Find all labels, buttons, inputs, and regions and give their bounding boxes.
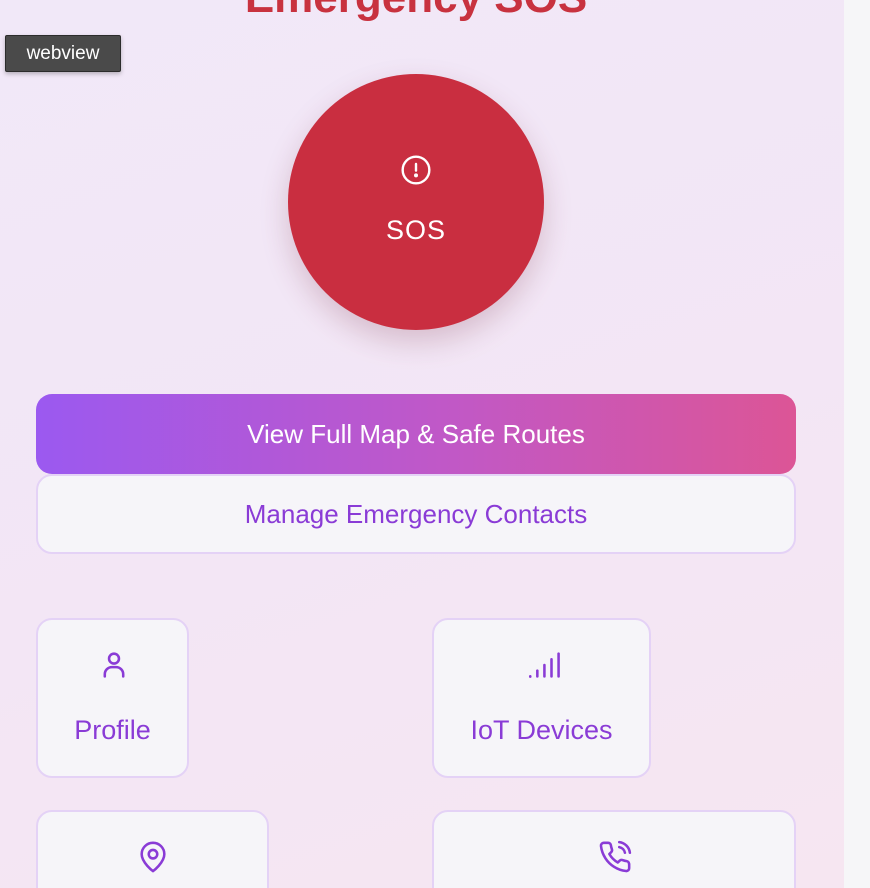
phone-call-icon xyxy=(599,840,632,873)
page-title: Emergency SOS xyxy=(0,0,832,24)
tile-label-iot: IoT Devices xyxy=(470,715,613,745)
tile-location[interactable] xyxy=(36,810,269,888)
view-map-button[interactable]: View Full Map & Safe Routes xyxy=(36,394,796,474)
alert-circle-icon xyxy=(401,155,431,185)
tile-phone[interactable] xyxy=(432,810,796,888)
tile-iot-devices[interactable]: IoT Devices xyxy=(432,618,651,778)
window-edge xyxy=(844,0,870,888)
app-screen: Emergency SOS webview SOS View Full Map … xyxy=(0,0,844,888)
user-icon xyxy=(103,652,125,678)
sos-button[interactable]: SOS xyxy=(288,74,544,330)
map-pin-icon xyxy=(140,841,166,873)
manage-contacts-button[interactable]: Manage Emergency Contacts xyxy=(36,474,796,554)
sos-label: SOS xyxy=(385,215,447,245)
tile-label-profile: Profile xyxy=(74,715,151,745)
signal-icon xyxy=(528,652,560,678)
tile-profile[interactable]: Profile xyxy=(36,618,189,778)
webview-badge: webview xyxy=(5,35,121,72)
